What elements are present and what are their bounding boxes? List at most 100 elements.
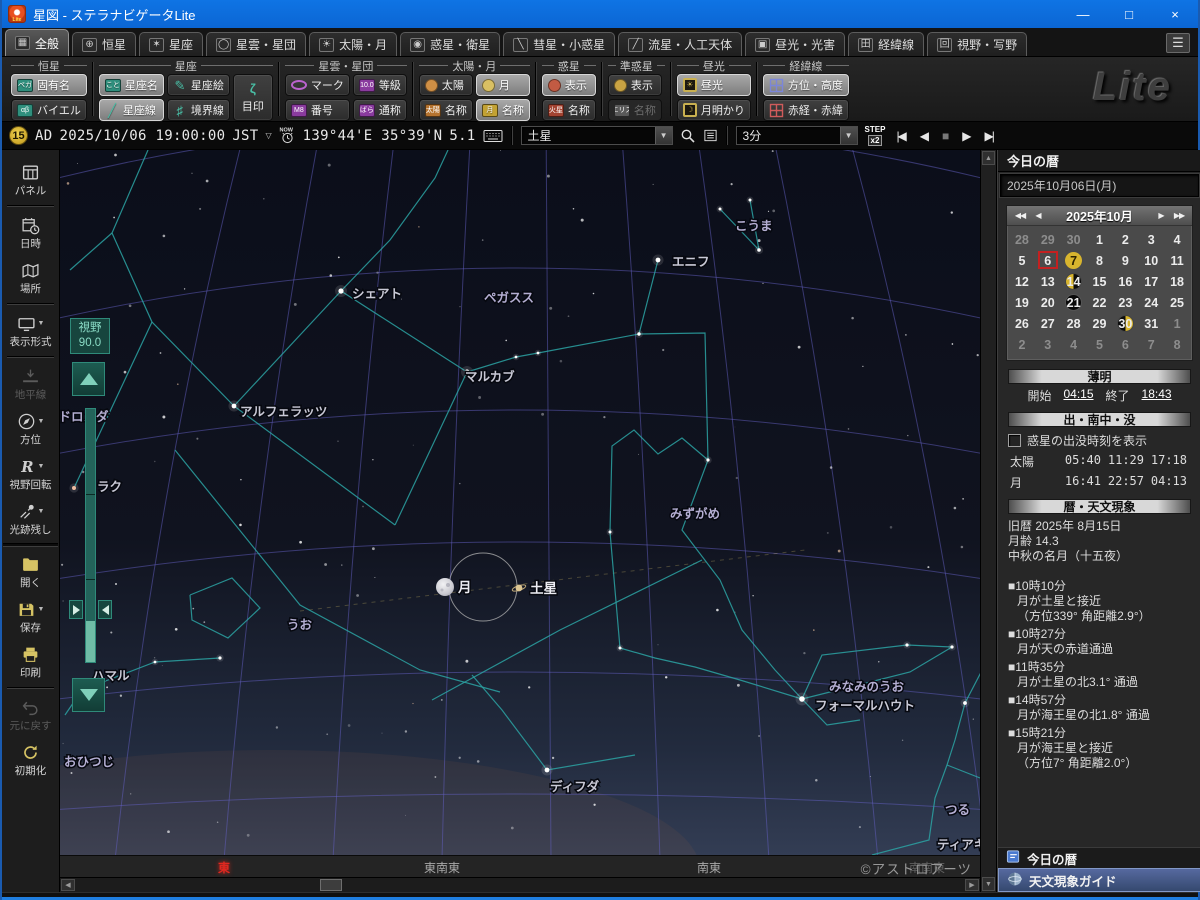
tab-planet[interactable]: ◉惑星・衛星: [400, 32, 500, 56]
ribbon-button-bayer[interactable]: αβバイエル: [11, 99, 87, 121]
calendar-day[interactable]: 30: [1061, 229, 1087, 250]
calendar-day[interactable]: 1: [1087, 229, 1113, 250]
calendar-day[interactable]: 28: [1061, 313, 1087, 334]
calendar-day[interactable]: 14: [1061, 271, 1087, 292]
timezone-dropdown-icon[interactable]: ▽: [266, 131, 272, 140]
tab-overflow-button[interactable]: ☰: [1166, 33, 1190, 53]
calendar-day[interactable]: 29: [1087, 313, 1113, 334]
keyboard-icon[interactable]: [483, 129, 503, 143]
ribbon-button-const-border[interactable]: ♯境界線: [167, 99, 230, 121]
twilight-start-link[interactable]: 04:15: [1063, 387, 1093, 404]
limit-magnitude[interactable]: 5.1: [449, 128, 475, 144]
sidebar-item-reset[interactable]: 初期化: [2, 737, 59, 782]
calendar-day[interactable]: 9: [1112, 250, 1138, 271]
timezone-label[interactable]: JST: [232, 128, 258, 144]
calendar-day[interactable]: 21: [1061, 292, 1087, 313]
calendar-day[interactable]: 17: [1138, 271, 1164, 292]
calendar-day[interactable]: 6: [1035, 250, 1061, 271]
ribbon-button-proper-name[interactable]: ペガ固有名: [11, 74, 87, 96]
now-clock-icon[interactable]: NOW: [279, 126, 296, 145]
prev-year-button[interactable]: ◀◀: [1011, 211, 1029, 220]
close-button[interactable]: ×: [1152, 0, 1198, 28]
ribbon-button-mark[interactable]: マーク: [285, 74, 350, 96]
ribbon-button-moon[interactable]: 月: [476, 74, 530, 96]
scroll-right-icon[interactable]: ▶: [965, 879, 979, 891]
sidebar-item-print[interactable]: 印刷: [2, 639, 59, 684]
panel-tab-today-calendar[interactable]: 今日の暦: [998, 847, 1200, 868]
calendar-day[interactable]: 16: [1112, 271, 1138, 292]
calendar-day[interactable]: 1: [1164, 313, 1190, 334]
sidebar-item-location[interactable]: 場所: [2, 255, 59, 300]
calendar-day[interactable]: 7: [1061, 250, 1087, 271]
sidebar-item-open[interactable]: 開く: [2, 549, 59, 594]
fov-slider-handle[interactable]: [69, 600, 83, 619]
tab-constellation[interactable]: ✶星座: [139, 32, 203, 56]
tab-sun-moon[interactable]: ☀太陽・月: [309, 32, 397, 56]
calendar-day[interactable]: 18: [1164, 271, 1190, 292]
ribbon-button-ra-dec[interactable]: 赤経・赤緯: [763, 99, 849, 121]
ribbon-button-planet-show[interactable]: 表示: [542, 74, 596, 96]
prev-month-button[interactable]: ◀: [1029, 211, 1047, 220]
horizontal-scrollbar[interactable]: ◀ ▶: [60, 877, 980, 892]
calendar-day[interactable]: 22: [1087, 292, 1113, 313]
calendar-day[interactable]: 28: [1009, 229, 1035, 250]
calendar-day[interactable]: 4: [1164, 229, 1190, 250]
vertical-scrollbar[interactable]: ▲ ▼: [980, 150, 997, 892]
twilight-end-link[interactable]: 18:43: [1142, 387, 1172, 404]
ribbon-button-const-name[interactable]: こと星座名: [99, 74, 164, 96]
tab-general[interactable]: ▦全般: [5, 29, 69, 56]
sidebar-item-panel[interactable]: パネル: [2, 157, 59, 202]
calendar-day[interactable]: 27: [1035, 313, 1061, 334]
ribbon-button-const-art[interactable]: ✎星座絵: [167, 74, 230, 96]
ribbon-button-const-line[interactable]: ╱星座線: [99, 99, 164, 121]
fov-slider-handle[interactable]: [98, 600, 112, 619]
playback-stop-button[interactable]: ■: [942, 129, 947, 143]
calendar-day[interactable]: 10: [1138, 250, 1164, 271]
calendar-day[interactable]: 2: [1112, 229, 1138, 250]
ribbon-button-planet-name[interactable]: 火星名称: [542, 99, 596, 121]
coordinates-display[interactable]: 139°44'E 35°39'N: [303, 128, 443, 144]
tab-fov[interactable]: 回視野・写野: [927, 32, 1027, 56]
calendar-day[interactable]: 2: [1009, 334, 1035, 355]
calendar-day[interactable]: 15: [1087, 271, 1113, 292]
sidebar-item-display-format[interactable]: ▼表示形式: [2, 308, 59, 353]
tab-comet[interactable]: ╲彗星・小惑星: [503, 32, 615, 56]
playback-play-button[interactable]: ▶: [962, 129, 969, 143]
calendar-day[interactable]: 24: [1138, 292, 1164, 313]
zoom-out-button[interactable]: [72, 678, 105, 712]
calendar-day[interactable]: 23: [1112, 292, 1138, 313]
target-select[interactable]: 土星 ▼: [521, 126, 673, 145]
tab-meteor[interactable]: ╱流星・人工天体: [618, 32, 742, 56]
next-year-button[interactable]: ▶▶: [1170, 211, 1188, 220]
ribbon-button-sun-name[interactable]: 太陽名称: [419, 99, 473, 121]
list-icon[interactable]: [703, 128, 718, 143]
sidebar-item-save[interactable]: ▼保存: [2, 594, 59, 639]
chevron-down-icon[interactable]: ▼: [655, 127, 672, 144]
next-month-button[interactable]: ▶: [1152, 211, 1170, 220]
playback-skip-end-button[interactable]: ▶|: [985, 129, 993, 143]
sky-canvas[interactable]: 月土星こうまエニフシェアトペガススマルカブアルフェラッツアンドロメダラクみずがめ…: [60, 150, 980, 855]
ribbon-button-dwarf-show[interactable]: 表示: [608, 74, 662, 96]
ribbon-button-number[interactable]: M8番号: [285, 99, 350, 121]
ribbon-button-daylight[interactable]: ☀昼光: [677, 74, 751, 96]
ribbon-button-moonlight[interactable]: ☽月明かり: [677, 99, 751, 121]
calendar-day[interactable]: 26: [1009, 313, 1035, 334]
ribbon-button-nickname[interactable]: ばら通称: [353, 99, 407, 121]
tab-daylight[interactable]: ▣昼光・光害: [745, 32, 845, 56]
interval-select[interactable]: 3分 ▼: [736, 126, 858, 145]
planet-riseset-checkbox[interactable]: [1008, 434, 1021, 447]
ribbon-button-magnitude[interactable]: 10.0等級: [353, 74, 407, 96]
calendar-day[interactable]: 8: [1164, 334, 1190, 355]
playback-skip-start-button[interactable]: |◀: [896, 129, 904, 143]
ribbon-button-alt-az[interactable]: 方位・高度: [763, 74, 849, 96]
moon-object[interactable]: [436, 578, 454, 596]
sidebar-item-datetime[interactable]: 日時: [2, 210, 59, 255]
zoom-in-button[interactable]: [72, 362, 105, 396]
calendar-day[interactable]: 6: [1112, 334, 1138, 355]
datetime-display[interactable]: 2025/10/06 19:00:00: [59, 128, 225, 144]
scroll-left-icon[interactable]: ◀: [61, 879, 75, 891]
calendar-day[interactable]: 25: [1164, 292, 1190, 313]
calendar-day[interactable]: 19: [1009, 292, 1035, 313]
calendar-day[interactable]: 13: [1035, 271, 1061, 292]
calendar-day[interactable]: 4: [1061, 334, 1087, 355]
